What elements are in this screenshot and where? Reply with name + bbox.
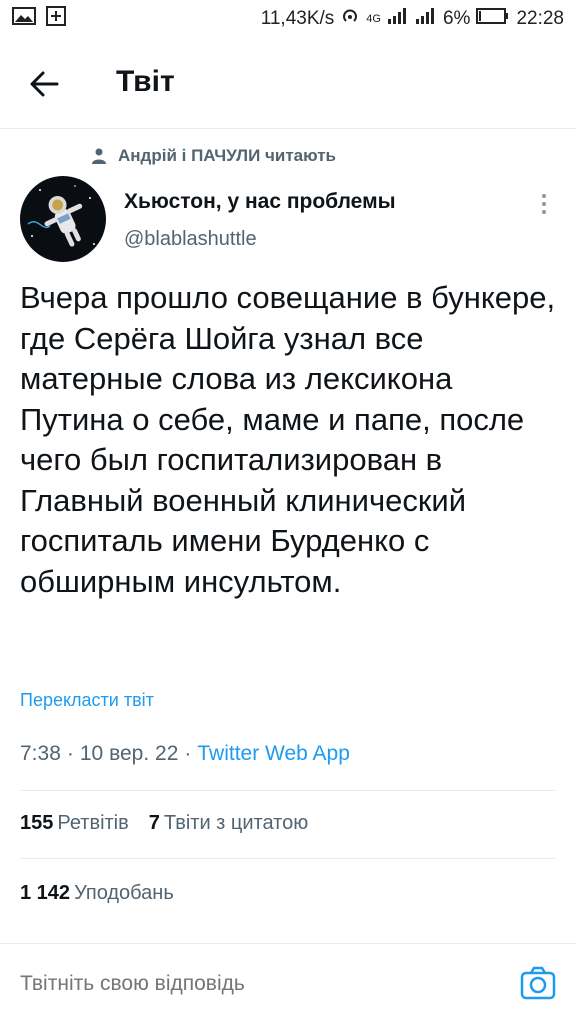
engagement-stats: 155 Ретвітів 7 Твіти з цитатою xyxy=(20,812,308,835)
status-bar-left xyxy=(12,6,66,32)
quotes-stat[interactable]: 7 Твіти з цитатою xyxy=(149,812,308,835)
page-title: Твіт xyxy=(116,65,175,98)
likes-stat[interactable]: 1 142 Уподобань xyxy=(20,882,174,905)
status-bar: 11,43K/s 4G 6% 22:28 xyxy=(0,0,576,38)
clock: 22:28 xyxy=(516,8,564,29)
author-name[interactable]: Хьюстон, у нас проблемы xyxy=(124,190,396,214)
stats-divider xyxy=(20,858,556,859)
add-notification-icon xyxy=(46,6,66,32)
battery-icon xyxy=(476,7,510,31)
avatar[interactable] xyxy=(20,176,106,262)
social-context[interactable]: Андрій і ПАЧУЛИ читають xyxy=(92,146,336,166)
retweets-stat[interactable]: 155 Ретвітів xyxy=(20,812,129,835)
more-dot-icon xyxy=(542,194,546,198)
signal-icon xyxy=(387,7,409,31)
header-divider xyxy=(0,128,576,129)
network-type: 4G xyxy=(366,13,381,25)
battery-percent: 6% xyxy=(442,8,471,29)
camera-icon xyxy=(520,966,556,1000)
reply-bar xyxy=(0,944,576,1024)
reply-input[interactable] xyxy=(20,972,490,996)
retweets-label: Ретвітів xyxy=(57,812,129,834)
tweet-meta: 7:38 · 10 вер. 22 · Twitter Web App xyxy=(20,742,350,766)
retweets-count: 155 xyxy=(20,812,54,834)
tweet-text: Вчера прошло совещание в бункере, где Се… xyxy=(20,280,556,599)
network-speed: 11,43K/s xyxy=(260,8,335,29)
more-dot-icon xyxy=(542,210,546,214)
quotes-label: Твіти з цитатою xyxy=(163,812,309,834)
status-bar-right: 11,43K/s 4G 6% 22:28 xyxy=(261,6,564,32)
camera-button[interactable] xyxy=(520,966,556,1000)
meta-separator: · xyxy=(66,742,74,765)
person-icon xyxy=(92,148,106,164)
image-notification-icon xyxy=(12,6,36,32)
author-handle[interactable]: @blablashuttle xyxy=(124,228,257,251)
social-context-label: Андрій і ПАЧУЛИ читають xyxy=(118,146,336,165)
likes-count: 1 142 xyxy=(20,882,71,904)
more-options-button[interactable] xyxy=(532,190,556,218)
meta-divider xyxy=(20,790,556,791)
tweet-time[interactable]: 7:38 xyxy=(20,742,61,766)
translate-tweet-link[interactable]: Перекласти твіт xyxy=(20,690,154,711)
arrow-left-icon xyxy=(30,71,59,97)
hotspot-icon xyxy=(340,6,360,32)
likes-label: Уподобань xyxy=(74,882,174,904)
back-button[interactable] xyxy=(28,68,60,100)
more-dot-icon xyxy=(542,202,546,206)
app-bar: Твіт xyxy=(0,38,576,128)
quotes-count: 7 xyxy=(148,812,160,834)
signal-2-icon xyxy=(415,7,437,31)
meta-separator: · xyxy=(184,742,192,765)
tweet-date[interactable]: 10 вер. 22 xyxy=(80,742,179,766)
tweet-source-link[interactable]: Twitter Web App xyxy=(197,742,350,766)
